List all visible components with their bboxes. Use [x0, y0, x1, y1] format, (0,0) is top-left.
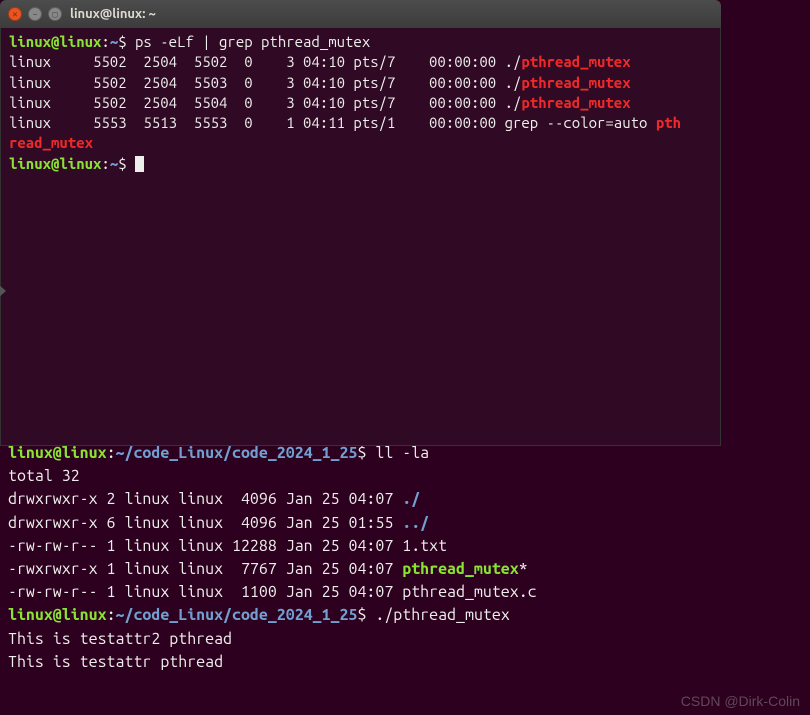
ls-filename: 1.txt: [402, 537, 447, 555]
window-controls: ✕ − ▢: [8, 7, 62, 21]
grep-match: pth: [656, 114, 681, 131]
prompt-path: ~/code_Linux/code_2024_1_25: [116, 444, 358, 462]
watermark-text: CSDN @Dirk-Colin: [681, 693, 800, 709]
command-text: ll -la: [366, 444, 429, 462]
ls-row: -rwxrwxr-x 1 linux linux 7767 Jan 25 04:…: [8, 560, 402, 578]
titlebar[interactable]: ✕ − ▢ linux@linux: ~: [0, 0, 721, 28]
program-output: This is testattr2 pthread: [8, 630, 232, 648]
foreground-terminal-window: ✕ − ▢ linux@linux: ~ linux@linux:~$ ps -…: [0, 0, 721, 446]
ls-filename: pthread_mutex.c: [402, 583, 536, 601]
prompt-user: linux@linux: [8, 444, 107, 462]
ls-row: -rw-rw-r-- 1 linux linux 12288 Jan 25 04…: [8, 537, 402, 555]
ps-row: linux 5502 2504 5503 0 3 04:10 pts/7 00:…: [9, 74, 521, 91]
ls-suffix: *: [519, 560, 528, 578]
background-terminal[interactable]: linux@linux:~/code_Linux/code_2024_1_25$…: [0, 440, 810, 682]
grep-match: pthread_mutex: [521, 53, 630, 70]
ls-filename: ../: [402, 514, 429, 532]
ps-row: linux 5502 2504 5502 0 3 04:10 pts/7 00:…: [9, 53, 521, 70]
prompt-colon: :: [101, 33, 109, 50]
grep-match: pthread_mutex: [521, 94, 630, 111]
maximize-icon[interactable]: ▢: [48, 7, 62, 21]
window-title: linux@linux: ~: [70, 7, 156, 21]
terminal-body[interactable]: linux@linux:~$ ps -eLf | grep pthread_mu…: [0, 28, 721, 446]
prompt-dollar: $: [118, 155, 126, 172]
prompt-colon: :: [107, 606, 116, 624]
minimize-icon[interactable]: −: [28, 7, 42, 21]
prompt-user: linux@linux: [8, 606, 107, 624]
prompt-path: ~: [110, 155, 118, 172]
grep-match: pthread_mutex: [521, 74, 630, 91]
prompt-colon: :: [107, 444, 116, 462]
prompt-dollar: $: [118, 33, 126, 50]
prompt-colon: :: [101, 155, 109, 172]
command-text: ./pthread_mutex: [366, 606, 509, 624]
ls-row: drwxrwxr-x 6 linux linux 4096 Jan 25 01:…: [8, 514, 402, 532]
scroll-indicator-left: [0, 284, 6, 298]
ls-row: drwxrwxr-x 2 linux linux 4096 Jan 25 04:…: [8, 490, 402, 508]
ls-filename: ./: [402, 490, 420, 508]
ls-row: -rw-rw-r-- 1 linux linux 1100 Jan 25 04:…: [8, 583, 402, 601]
program-output: This is testattr pthread: [8, 653, 223, 671]
prompt-path: ~: [110, 33, 118, 50]
prompt-user: linux@linux: [9, 33, 101, 50]
ls-total: total 32: [8, 467, 80, 485]
ls-filename: pthread_mutex: [402, 560, 518, 578]
prompt-user: linux@linux: [9, 155, 101, 172]
command-text: ps -eLf | grep pthread_mutex: [127, 33, 371, 50]
cursor-icon: [135, 156, 144, 172]
ps-row: linux 5502 2504 5504 0 3 04:10 pts/7 00:…: [9, 94, 521, 111]
grep-match: read_mutex: [9, 134, 93, 151]
ps-row: linux 5553 5513 5553 0 1 04:11 pts/1 00:…: [9, 114, 656, 131]
prompt-path: ~/code_Linux/code_2024_1_25: [116, 606, 358, 624]
close-icon[interactable]: ✕: [8, 7, 22, 21]
